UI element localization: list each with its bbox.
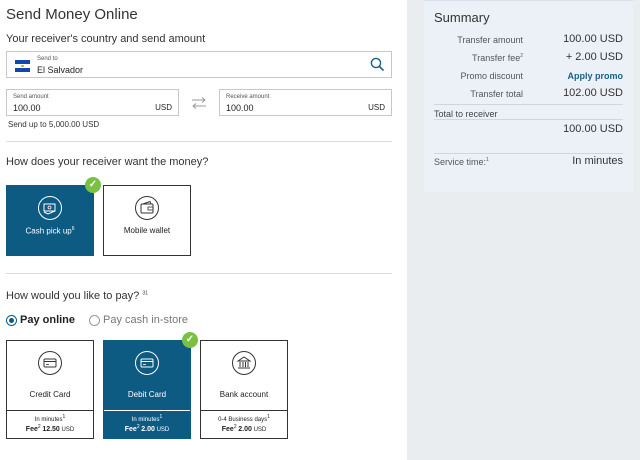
swap-arrows-icon[interactable] <box>190 97 208 109</box>
bank-account-time-sup: 1 <box>267 414 270 420</box>
summary-divider <box>434 104 623 105</box>
payment-method-credit-card[interactable]: Credit Card In minutes1 Fee2 12.50 USD <box>6 340 94 439</box>
country-select[interactable]: Send to El Salvador <box>6 51 392 78</box>
cash-pickup-label: Cash pick up6 <box>7 226 93 236</box>
promo-discount-label: Promo discount <box>460 71 523 81</box>
debit-card-label: Debit Card <box>127 390 167 399</box>
total-to-receiver-value: 100.00 USD <box>563 123 623 135</box>
summary-divider <box>434 119 623 120</box>
selected-check-icon: ✓ <box>85 177 101 193</box>
credit-card-fee: Fee2 12.50 USD <box>7 424 93 433</box>
debit-card-fee-value: 2.00 <box>141 426 155 433</box>
bank-account-fee-prefix: Fee <box>221 426 234 433</box>
payment-question-text: How would you like to pay? <box>6 290 140 302</box>
bank-account-fee-value: 2.00 <box>238 426 252 433</box>
service-time-sup: 1 <box>486 157 489 163</box>
receive-amount-currency: USD <box>368 103 385 112</box>
pay-online-radio[interactable] <box>6 315 17 326</box>
debit-card-time-sup: 1 <box>159 414 163 420</box>
credit-card-details: In minutes1 Fee2 12.50 USD <box>7 410 93 438</box>
el-salvador-flag-icon <box>15 60 30 72</box>
debit-card-fee-currency: USD <box>156 427 170 433</box>
transfer-total-value: 102.00 USD <box>563 87 623 99</box>
summary-panel: Summary Transfer amount 100.00 USD Trans… <box>424 0 633 192</box>
transfer-total-label: Transfer total <box>470 89 523 99</box>
bank-account-details: 0-4 Business days1 Fee2 2.00 USD <box>201 410 287 438</box>
pay-cash-radio[interactable] <box>89 315 100 326</box>
receive-amount-value: 100.00 <box>226 103 254 113</box>
credit-card-fee-sup: 2 <box>37 424 41 430</box>
debit-card-fee-prefix: Fee <box>124 426 137 433</box>
debit-card-time-text: In minutes <box>131 417 160 423</box>
debit-card-fee-sup: 2 <box>136 424 140 430</box>
cash-pickup-label-text: Cash pick up <box>25 226 72 236</box>
credit-card-fee-prefix: Fee <box>25 426 38 433</box>
total-to-receiver-label: Total to receiver <box>434 109 498 119</box>
delivery-question: How does your receiver want the money? <box>6 156 209 168</box>
summary-title: Summary <box>434 10 490 25</box>
bank-account-label: Bank account <box>219 390 269 399</box>
send-limit-hint: Send up to 5,000.00 USD <box>8 120 100 129</box>
send-amount-currency: USD <box>155 103 172 112</box>
credit-card-time-text: In minutes <box>34 417 63 423</box>
send-amount-input[interactable]: Send amount 100.00 USD <box>6 89 179 116</box>
country-field-value: El Salvador <box>37 65 84 75</box>
receiver-subtitle: Your receiver's country and send amount <box>6 33 206 45</box>
transfer-fee-label: Transfer fee2 <box>472 53 523 63</box>
page-title: Send Money Online <box>6 6 138 23</box>
transfer-fee-value: + 2.00 USD <box>565 51 623 63</box>
mobile-wallet-label: Mobile wallet <box>123 226 171 235</box>
credit-card-fee-currency: USD <box>61 427 75 433</box>
apply-promo-link[interactable]: Apply promo <box>568 71 624 81</box>
country-field-label: Send to <box>37 56 58 62</box>
credit-card-icon <box>38 351 62 375</box>
credit-card-time: In minutes1 <box>7 414 93 423</box>
receive-amount-label: Receive amount <box>226 94 270 100</box>
bank-icon <box>232 351 256 375</box>
service-time-label: Service time:1 <box>434 157 489 167</box>
summary-divider <box>434 153 623 154</box>
payment-question: How would you like to pay? 31 <box>6 290 148 302</box>
send-amount-label: Send amount <box>13 94 49 100</box>
transfer-fee-sup: 2 <box>520 53 523 59</box>
pay-cash-label[interactable]: Pay cash in-store <box>103 314 188 326</box>
transfer-amount-label: Transfer amount <box>457 35 523 45</box>
credit-card-time-sup: 1 <box>62 414 66 420</box>
credit-card-fee-value: 12.50 <box>42 426 60 433</box>
section-divider <box>6 141 392 142</box>
service-time-value: In minutes <box>572 155 623 167</box>
bank-account-fee: Fee2 2.00 USD <box>201 424 287 433</box>
service-time-label-text: Service time: <box>434 157 487 167</box>
transfer-amount-value: 100.00 USD <box>563 33 623 45</box>
debit-card-time: In minutes1 <box>104 414 190 423</box>
cash-pickup-icon <box>38 196 62 220</box>
debit-card-fee: Fee2 2.00 USD <box>104 424 190 433</box>
bank-account-time: 0-4 Business days1 <box>201 414 287 423</box>
cash-pickup-sup: 6 <box>71 226 75 232</box>
search-icon[interactable] <box>370 57 385 72</box>
debit-card-details: In minutes1 Fee2 2.00 USD <box>104 410 190 438</box>
send-amount-value: 100.00 <box>13 103 41 113</box>
section-divider <box>6 273 392 274</box>
payment-method-bank-account[interactable]: Bank account 0-4 Business days1 Fee2 2.0… <box>200 340 288 439</box>
transfer-fee-label-text: Transfer fee <box>472 53 521 63</box>
bank-account-fee-currency: USD <box>253 427 267 433</box>
wallet-icon <box>135 196 159 220</box>
delivery-option-mobile-wallet[interactable]: Mobile wallet <box>103 185 191 256</box>
selected-check-icon: ✓ <box>182 332 198 348</box>
bank-account-time-text: 0-4 Business days <box>218 417 268 423</box>
payment-question-sup: 31 <box>142 290 148 297</box>
debit-card-icon <box>135 351 159 375</box>
payment-method-debit-card[interactable]: Debit Card In minutes1 Fee2 2.00 USD <box>103 340 191 439</box>
credit-card-label: Credit Card <box>29 390 71 399</box>
receive-amount-input[interactable]: Receive amount 100.00 USD <box>219 89 392 116</box>
bank-account-fee-sup: 2 <box>233 424 237 430</box>
delivery-option-cash-pickup[interactable]: Cash pick up6 <box>6 185 94 256</box>
pay-online-label[interactable]: Pay online <box>20 314 75 326</box>
